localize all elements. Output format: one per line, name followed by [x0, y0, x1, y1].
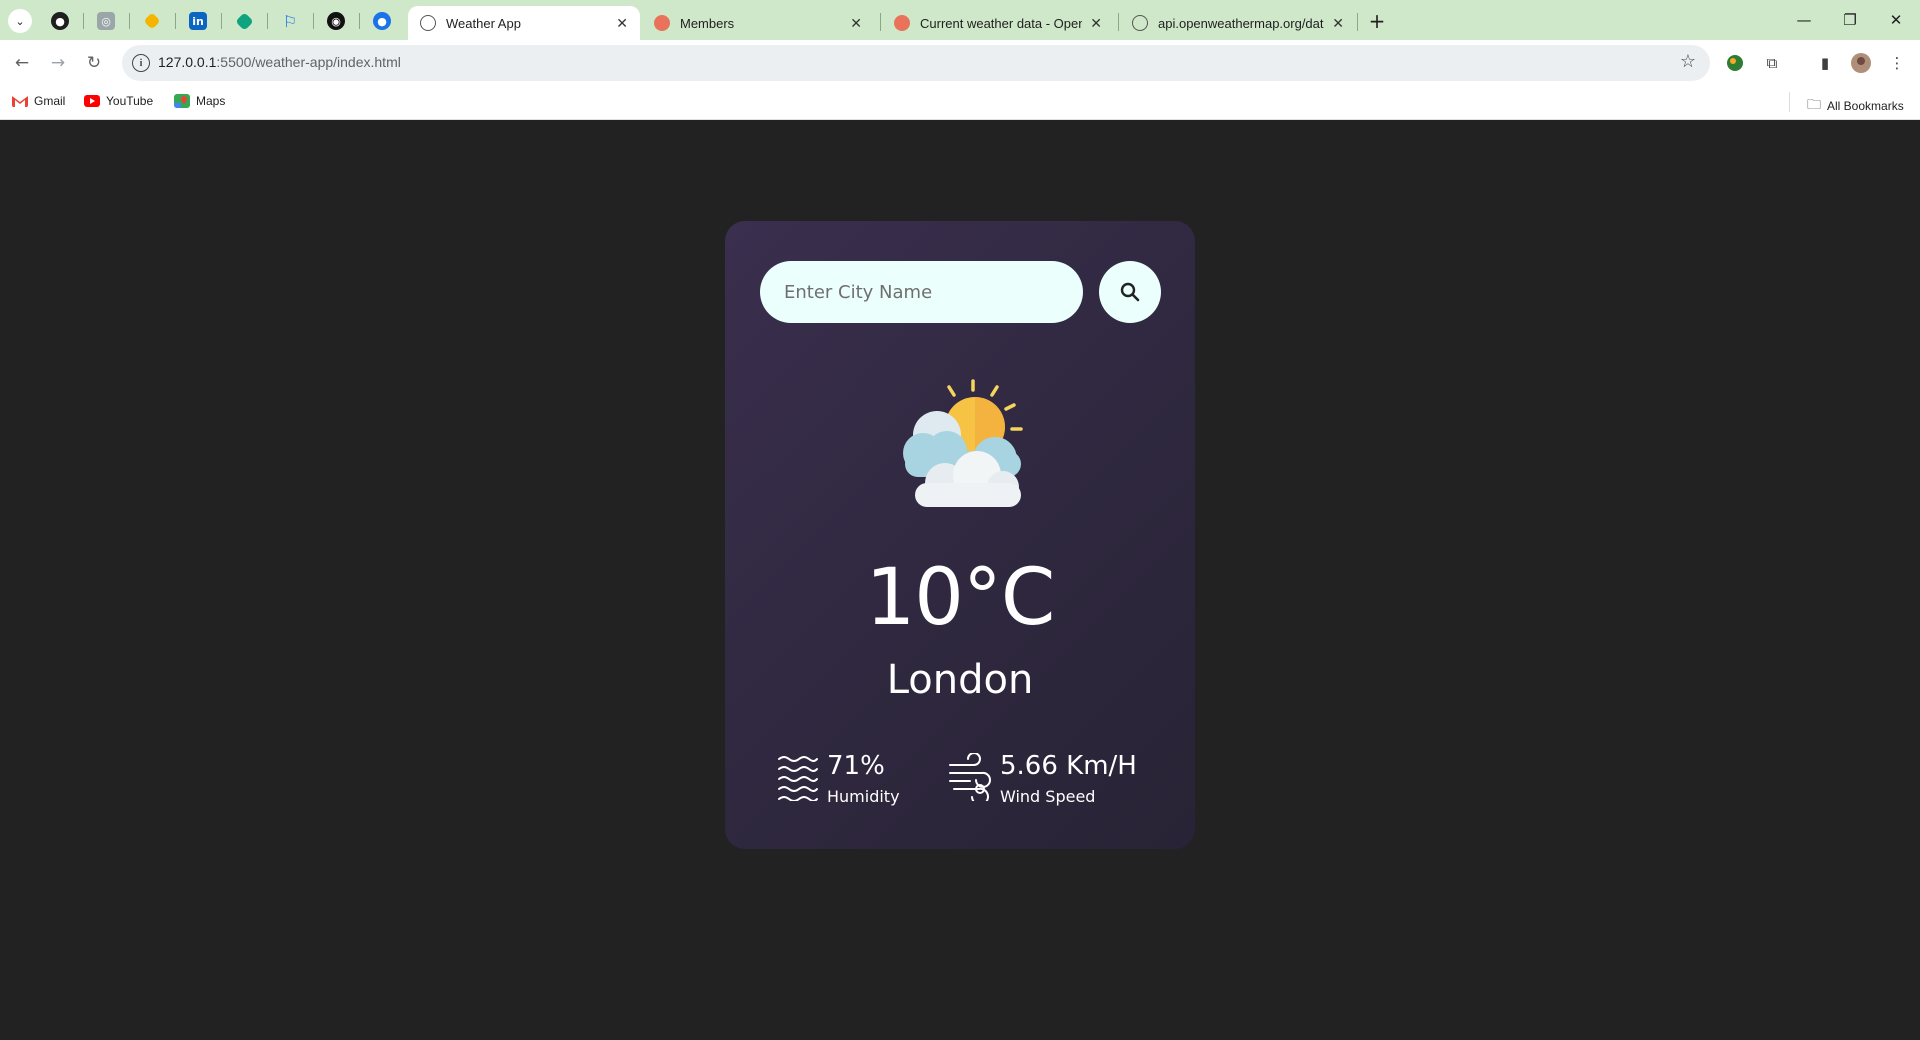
maps-icon	[174, 94, 190, 108]
tab-api-openweathermap[interactable]: api.openweathermap.org/data/2 ✕	[1120, 6, 1356, 40]
tab-weather-app[interactable]: Weather App ✕	[408, 6, 640, 40]
globe-icon	[420, 15, 436, 31]
pinned-tab-diamond[interactable]	[224, 8, 264, 34]
humidity-waves-icon	[778, 756, 818, 801]
humidity-label: Humidity	[827, 787, 900, 806]
tab-divider	[267, 13, 268, 29]
bookmarks-divider	[1789, 92, 1790, 112]
temperature: 10°C	[865, 553, 1056, 643]
bookmarks-bar: Gmail YouTube Maps 🗀 All Bookmarks	[0, 86, 1920, 120]
gmail-icon	[12, 96, 28, 107]
diamond-icon	[234, 11, 254, 31]
pinned-tab-dark[interactable]: ◉	[316, 8, 356, 34]
tab-divider	[83, 13, 84, 29]
search-icon	[1120, 282, 1140, 302]
browser-toolbar: ← → ↻ i 127.0.0.1:5500/weather-app/index…	[0, 40, 1920, 86]
side-panel-icon[interactable]: ▮	[1814, 52, 1836, 74]
search-button[interactable]	[1099, 261, 1161, 323]
chatgpt-icon: ◎	[97, 12, 115, 30]
pinned-tab-flag[interactable]: ⚐	[270, 8, 310, 34]
wind-speed-label: Wind Speed	[1000, 787, 1096, 806]
reload-button[interactable]: ↻	[80, 49, 108, 77]
bookmark-youtube[interactable]: YouTube	[84, 94, 153, 108]
all-bookmarks-button[interactable]: 🗀 All Bookmarks	[1807, 94, 1904, 118]
linkedin-icon: in	[189, 12, 207, 30]
pinned-tab-linkedin[interactable]: in	[178, 8, 218, 34]
humidity-value: 71%	[827, 751, 885, 781]
forward-button[interactable]: →	[44, 49, 72, 77]
tab-divider	[1357, 13, 1358, 31]
wind-speed-value: 5.66 Km/H	[1000, 751, 1137, 781]
close-icon[interactable]: ✕	[1332, 15, 1344, 32]
city-name: London	[886, 657, 1034, 703]
tab-title: Current weather data - OpenWe	[920, 15, 1083, 31]
new-tab-button[interactable]: +	[1364, 8, 1390, 34]
close-icon[interactable]: ✕	[850, 15, 862, 32]
address-bar[interactable]: i 127.0.0.1:5500/weather-app/index.html …	[122, 45, 1710, 81]
globe-icon	[1132, 15, 1148, 31]
circle-logo-icon: ◉	[327, 12, 345, 30]
wind-icon	[949, 753, 991, 801]
extension-globe-icon[interactable]	[1724, 52, 1746, 74]
youtube-icon	[84, 95, 100, 107]
tab-title: api.openweathermap.org/data/2	[1158, 15, 1325, 31]
pinned-tab-app[interactable]	[132, 8, 172, 34]
close-icon[interactable]: ✕	[1090, 15, 1102, 32]
pinned-tab-chatgpt[interactable]: ◎	[86, 8, 126, 34]
tab-title: Members	[680, 15, 735, 31]
tab-divider	[880, 13, 881, 31]
github-icon: ●	[51, 12, 69, 30]
close-window-button[interactable]: ✕	[1873, 0, 1919, 40]
restore-button[interactable]: ❐	[1827, 0, 1873, 40]
close-icon[interactable]: ✕	[616, 15, 628, 32]
site-info-icon[interactable]: i	[132, 54, 150, 72]
humidity-block: 71% Humidity	[777, 751, 900, 806]
pinned-tab-github[interactable]: ●	[40, 8, 80, 34]
app-favicon-icon	[654, 15, 670, 31]
openweather-icon	[894, 15, 910, 31]
tab-search-button[interactable]: ⌄	[8, 9, 32, 33]
wind-block: 5.66 Km/H Wind Speed	[948, 751, 1137, 806]
extensions-puzzle-icon[interactable]: ⧉	[1761, 52, 1783, 74]
back-button[interactable]: ←	[8, 49, 36, 77]
tab-divider	[175, 13, 176, 29]
tab-divider	[129, 13, 130, 29]
weather-card: 10°C London 71% Humidity	[725, 221, 1195, 849]
app-icon	[143, 12, 161, 30]
minimize-button[interactable]: —	[1781, 0, 1827, 40]
tab-divider	[221, 13, 222, 29]
partly-cloudy-icon	[903, 379, 1023, 507]
profile-avatar[interactable]	[1850, 52, 1872, 74]
tab-strip: ⌄ ● ◎ in ⚐ ◉ ● Weather App ✕ Members ✕ C…	[0, 0, 1920, 40]
tab-divider	[1118, 13, 1119, 31]
url-text: 127.0.0.1:5500/weather-app/index.html	[158, 54, 401, 70]
bookmark-gmail[interactable]: Gmail	[12, 94, 65, 108]
city-search-input[interactable]	[760, 261, 1083, 323]
page-viewport: 10°C London 71% Humidity	[0, 120, 1920, 1040]
tab-members[interactable]: Members ✕	[642, 6, 874, 40]
chat-bubble-icon: ●	[373, 12, 391, 30]
bookmark-star-icon[interactable]: ☆	[1680, 51, 1696, 72]
tab-current-weather-data[interactable]: Current weather data - OpenWe ✕	[882, 6, 1114, 40]
bookmark-maps[interactable]: Maps	[174, 94, 225, 108]
folder-icon: 🗀	[1807, 96, 1821, 112]
tab-title: Weather App	[446, 15, 521, 31]
flag-icon: ⚐	[282, 11, 298, 31]
pinned-tab-messenger[interactable]: ●	[362, 8, 402, 34]
tab-divider	[313, 13, 314, 29]
tab-divider	[359, 13, 360, 29]
menu-kebab-icon[interactable]: ⋮	[1886, 52, 1908, 74]
